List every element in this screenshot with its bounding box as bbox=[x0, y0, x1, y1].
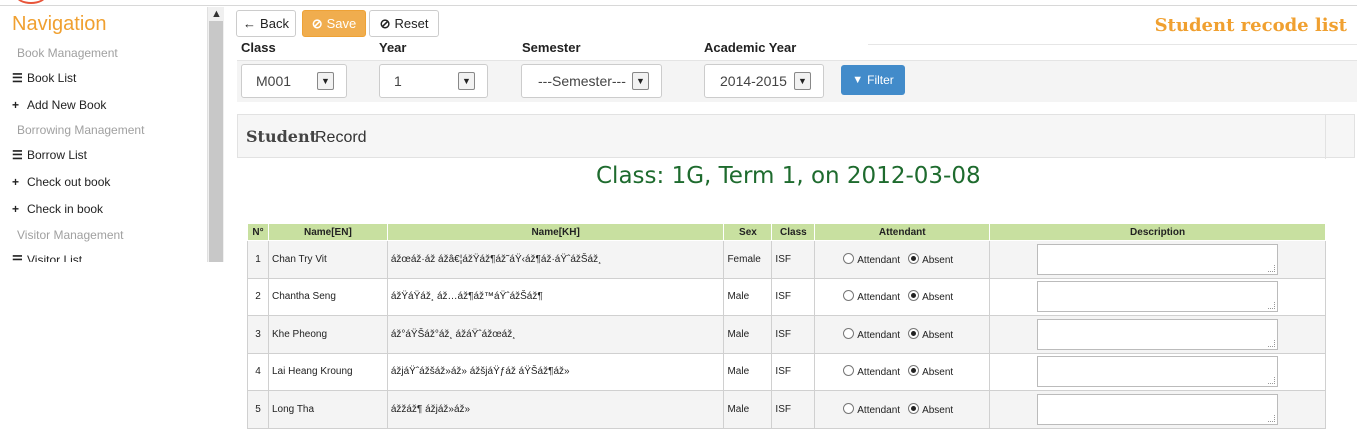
attendance-cell: Attendant Absent bbox=[814, 277, 991, 316]
scrollbar-thumb[interactable] bbox=[209, 21, 223, 262]
description-textarea[interactable] bbox=[1037, 356, 1279, 388]
academic-year-label: Academic Year bbox=[704, 40, 797, 55]
absent-radio[interactable]: Absent bbox=[908, 402, 953, 416]
attendance-cell: Attendant Absent bbox=[814, 352, 991, 391]
record-heading-bold: Student bbox=[246, 127, 317, 146]
absent-radio[interactable]: Absent bbox=[908, 365, 953, 378]
description-textarea[interactable] bbox=[1037, 393, 1279, 425]
description-textarea[interactable] bbox=[1037, 243, 1279, 275]
col-name-en: Name[EN] bbox=[267, 223, 388, 241]
col-description: Description bbox=[989, 223, 1326, 241]
list-icon: ☰ bbox=[12, 148, 23, 162]
nav-section-book: Book Management bbox=[17, 46, 118, 60]
scroll-up-icon[interactable]: ▲ bbox=[211, 8, 222, 20]
semester-label: Semester bbox=[522, 40, 581, 55]
student-record-table: N° Name[EN] Name[KH] Sex Class Attendant… bbox=[247, 223, 1326, 429]
top-border bbox=[0, 0, 1357, 6]
attendant-radio[interactable]: Attendant bbox=[843, 290, 900, 303]
table-row: 1 Chan Try Vit ážœáž·áž ážâ€¦ážŸáž¶áž˜áŸ… bbox=[247, 240, 1326, 279]
absent-radio[interactable]: Absent bbox=[908, 290, 953, 303]
attendant-radio[interactable]: Attendant bbox=[843, 252, 900, 266]
nav-section-visitor: Visitor Management bbox=[17, 228, 124, 242]
panel-divider bbox=[1325, 115, 1326, 159]
table-row: 5 Long Tha ážžáž¶ ážjáž»áž» Male ISF Att… bbox=[247, 390, 1326, 429]
academic-year-select[interactable]: 2014-2015 ▼ bbox=[704, 64, 824, 98]
absent-radio[interactable]: Absent bbox=[908, 252, 953, 266]
attendance-cell: Attendant Absent bbox=[814, 390, 991, 429]
table-row: 4 Lai Heang Kroung ážjáŸˆážšáž»áž» ážšjá… bbox=[247, 352, 1326, 391]
sidebar-item-borrow-list[interactable]: ☰ Borrow List bbox=[12, 148, 87, 162]
col-name-kh: Name[KH] bbox=[386, 223, 725, 241]
chevron-down-icon: ▼ bbox=[458, 72, 475, 90]
sidebar: Navigation Book Management ☰ Book List + A… bbox=[0, 7, 224, 262]
check-circle-icon: ⊘ bbox=[311, 15, 323, 31]
col-number: N° bbox=[247, 223, 269, 241]
page-title: Student recode list bbox=[1154, 15, 1347, 36]
reset-button[interactable]: ⊘ Reset bbox=[369, 10, 439, 37]
chevron-down-icon: ▼ bbox=[794, 72, 811, 90]
description-textarea[interactable] bbox=[1037, 281, 1279, 313]
sidebar-item-book-list[interactable]: ☰ Book List bbox=[12, 71, 76, 85]
chevron-down-icon: ▼ bbox=[632, 72, 649, 90]
attendant-radio[interactable]: Attendant bbox=[843, 402, 900, 416]
sidebar-item-visitor-list[interactable]: ☰ Visitor List bbox=[12, 253, 82, 262]
semester-select[interactable]: ---Semester--- ▼ bbox=[521, 64, 662, 98]
ban-icon: ⊘ bbox=[379, 15, 391, 31]
col-sex: Sex bbox=[723, 223, 773, 241]
plus-icon: + bbox=[12, 175, 20, 189]
plus-icon: + bbox=[12, 202, 20, 216]
col-class: Class bbox=[771, 223, 816, 241]
table-row: 3 Khe Pheong áž°áŸŠáž°áž¸ ážáŸˆážœáž¸ Ma… bbox=[247, 315, 1326, 354]
attendant-radio[interactable]: Attendant bbox=[843, 327, 900, 341]
record-heading-text: Record bbox=[315, 129, 367, 146]
sidebar-item-check-out[interactable]: + Check out book bbox=[12, 175, 110, 189]
save-button[interactable]: ⊘ Save bbox=[302, 10, 366, 37]
attendance-cell: Attendant Absent bbox=[814, 240, 991, 279]
arrow-left-icon: ← bbox=[243, 16, 257, 31]
list-icon: ☰ bbox=[12, 253, 23, 262]
year-select[interactable]: 1 ▼ bbox=[379, 64, 488, 98]
sidebar-scrollbar[interactable]: ▲ bbox=[207, 7, 224, 262]
sidebar-item-add-new-book[interactable]: + Add New Book bbox=[12, 98, 106, 112]
chevron-down-icon: ▼ bbox=[317, 72, 334, 90]
title-divider bbox=[868, 44, 1357, 45]
list-icon: ☰ bbox=[12, 71, 23, 85]
filter-icon: ▼ bbox=[852, 74, 864, 86]
table-body: 1 Chan Try Vit ážœáž·áž ážâ€¦ážŸáž¶áž˜áŸ… bbox=[247, 240, 1326, 429]
class-label: Class bbox=[241, 40, 276, 55]
col-attendant: Attendant bbox=[814, 223, 991, 241]
nav-title: Navigation bbox=[12, 13, 107, 35]
description-textarea[interactable] bbox=[1037, 318, 1279, 350]
attendant-radio[interactable]: Attendant bbox=[843, 365, 900, 378]
year-label: Year bbox=[379, 40, 407, 55]
class-select[interactable]: M001 ▼ bbox=[241, 64, 347, 98]
sidebar-item-check-in[interactable]: + Check in book bbox=[12, 202, 103, 216]
table-header-row: N° Name[EN] Name[KH] Sex Class Attendant… bbox=[247, 223, 1326, 241]
record-panel-header: Student Record bbox=[237, 114, 1355, 159]
filter-button[interactable]: ▼ Filter bbox=[841, 65, 905, 95]
attendance-cell: Attendant Absent bbox=[814, 315, 991, 354]
absent-radio[interactable]: Absent bbox=[908, 327, 953, 341]
back-button[interactable]: ← Back bbox=[236, 10, 296, 37]
plus-icon: + bbox=[12, 98, 20, 112]
nav-section-borrowing: Borrowing Management bbox=[17, 123, 145, 137]
table-row: 2 Chantha Seng ážŸáŸáž¸ áž…áž¶áž™áŸˆážŠá… bbox=[247, 277, 1326, 316]
class-info-heading: Class: 1G, Term 1, on 2012-03-08 bbox=[596, 163, 981, 189]
logo-icon bbox=[16, 0, 46, 4]
